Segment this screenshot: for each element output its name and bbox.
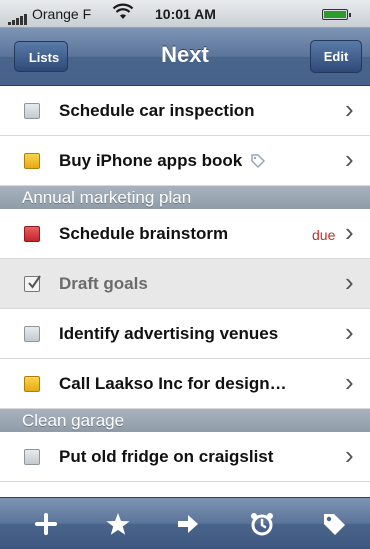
task-label: Identify advertising venues <box>59 324 279 343</box>
task-row[interactable]: Organize stuff for Good Will› <box>0 482 370 497</box>
task-row[interactable]: Buy iPhone apps book › <box>0 136 370 186</box>
task-label: Schedule car inspection <box>59 101 255 120</box>
task-label: Draft goals <box>59 274 148 293</box>
task-row[interactable]: Identify advertising venues › <box>0 309 370 359</box>
task-row[interactable]: Call Laakso Inc for design… › <box>0 359 370 409</box>
task-checkbox[interactable] <box>24 376 40 392</box>
edit-button[interactable]: Edit <box>310 40 362 73</box>
task-list: Schedule car inspection › Buy iPhone apps … <box>0 86 370 497</box>
star-icon[interactable] <box>104 510 132 538</box>
task-row[interactable]: Schedule car inspection › <box>0 86 370 136</box>
clock: 10:01 AM <box>155 6 216 22</box>
section-header: Clean garage <box>0 409 370 432</box>
task-checkbox[interactable] <box>24 326 40 342</box>
add-icon[interactable] <box>32 510 60 538</box>
bottom-toolbar <box>0 497 370 549</box>
chevron-right-icon[interactable]: › <box>345 317 354 348</box>
chevron-right-icon[interactable]: › <box>345 217 354 248</box>
task-checkbox[interactable] <box>24 153 40 169</box>
task-checkbox[interactable] <box>24 449 40 465</box>
navigation-bar: Lists Next Edit <box>0 28 370 86</box>
alarm-clock-icon[interactable] <box>248 510 276 538</box>
arrow-icon[interactable] <box>174 510 202 538</box>
section-header: Annual marketing plan <box>0 186 370 209</box>
task-row[interactable]: Schedule brainstorm due › <box>0 209 370 259</box>
task-label: Buy iPhone apps book <box>59 151 243 170</box>
status-bar: Orange F 10:01 AM <box>0 0 370 28</box>
tag-icon[interactable] <box>320 510 348 538</box>
battery-icon <box>322 9 351 20</box>
chevron-right-icon[interactable]: › <box>345 440 354 471</box>
chevron-right-icon[interactable]: › <box>345 94 354 125</box>
task-checkbox[interactable] <box>24 226 40 242</box>
task-row[interactable]: Put old fridge on craigslist › <box>0 432 370 482</box>
tag-icon <box>251 154 266 169</box>
chevron-right-icon[interactable]: › <box>345 144 354 175</box>
chevron-right-icon[interactable]: › <box>345 367 354 398</box>
task-row[interactable]: Draft goals › <box>0 259 370 309</box>
lists-back-button[interactable]: Lists <box>14 41 68 72</box>
chevron-right-icon[interactable]: › <box>345 490 354 497</box>
carrier-label: Orange F <box>32 6 92 22</box>
wifi-icon <box>112 3 134 19</box>
chevron-right-icon[interactable]: › <box>345 267 354 298</box>
task-label: Put old fridge on craigslist <box>59 447 274 466</box>
task-checkbox[interactable] <box>24 275 41 292</box>
signal-icon <box>8 9 28 25</box>
due-badge: due <box>312 227 336 243</box>
task-label: Call Laakso Inc for design… <box>59 374 287 393</box>
task-label: Schedule brainstorm <box>59 224 229 243</box>
task-checkbox[interactable] <box>24 103 40 119</box>
